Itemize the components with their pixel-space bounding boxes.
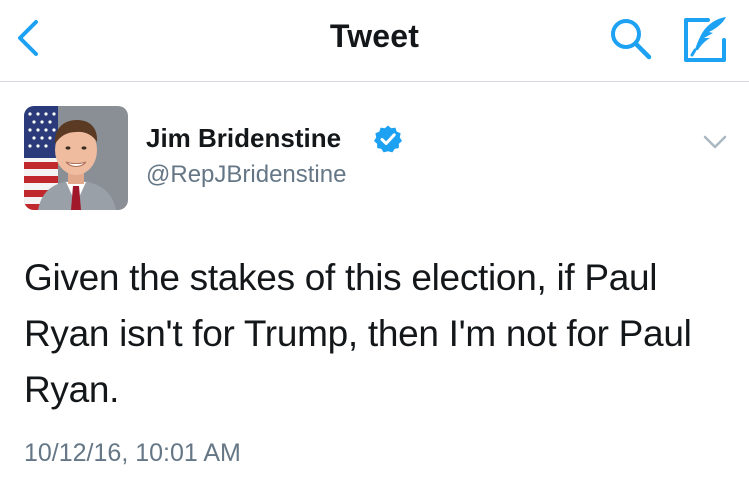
verified-icon	[374, 125, 402, 153]
search-button[interactable]	[608, 16, 654, 62]
compose-button[interactable]	[680, 14, 732, 64]
verified-badge	[373, 124, 403, 154]
compose-icon	[684, 17, 726, 62]
chevron-down-icon	[703, 135, 727, 149]
search-icon	[611, 19, 652, 60]
tweet-text: Given the stakes of this election, if Pa…	[24, 257, 692, 410]
author-display-name[interactable]: Jim Bridenstine	[146, 123, 341, 154]
tweet-timestamp[interactable]: 10/12/16, 10:01 AM	[24, 439, 241, 468]
navigation-bar: Tweet	[0, 0, 749, 82]
profile-photo	[24, 106, 128, 210]
author-handle[interactable]: @RepJBridenstine	[146, 161, 346, 189]
avatar[interactable]	[24, 106, 128, 210]
tweet-options-button[interactable]	[700, 130, 730, 154]
